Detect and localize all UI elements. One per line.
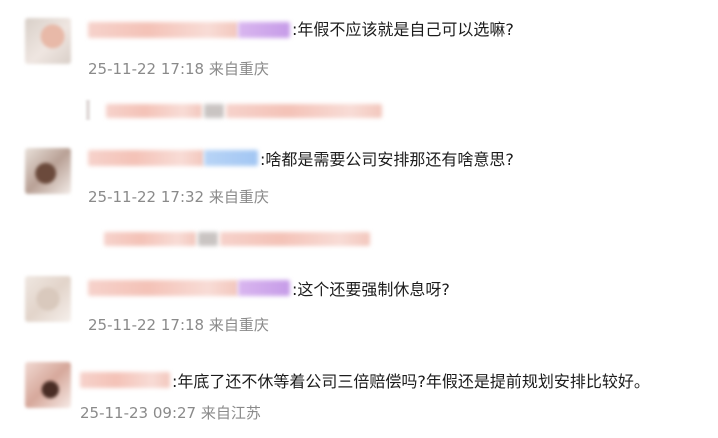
username-blurred[interactable] [88,150,204,166]
comment-text: :年假不应该就是自己可以选嘛? [292,20,514,39]
avatar[interactable] [25,148,71,194]
comment-text: :这个还要强制休息呀? [292,280,450,299]
comment-text: :年底了还不休等着公司三倍赔偿吗?年假还是提前规划安排比较好。 [172,372,650,391]
username-blurred[interactable] [88,22,238,38]
username-badge-blurred [238,22,290,38]
reply-blurred [204,104,224,118]
reply-indicator [86,100,90,120]
avatar[interactable] [25,18,71,64]
avatar[interactable] [25,362,71,408]
reply-blurred [220,232,370,246]
avatar[interactable] [25,276,71,322]
comment-meta: 25-11-22 17:18 来自重庆 [88,316,269,334]
username-badge-blurred [204,150,258,166]
username-badge-blurred [238,280,290,296]
reply-blurred[interactable] [106,104,202,118]
comment-text: :啥都是需要公司安排那还有啥意思? [260,150,514,169]
reply-blurred [198,232,218,246]
reply-blurred[interactable] [104,232,196,246]
reply-blurred [226,104,382,118]
username-blurred[interactable] [88,280,238,296]
comment-meta: 25-11-23 09:27 来自江苏 [80,404,261,422]
comment-meta: 25-11-22 17:18 来自重庆 [88,60,269,78]
comment-meta: 25-11-22 17:32 来自重庆 [88,188,269,206]
username-blurred[interactable] [80,372,170,388]
